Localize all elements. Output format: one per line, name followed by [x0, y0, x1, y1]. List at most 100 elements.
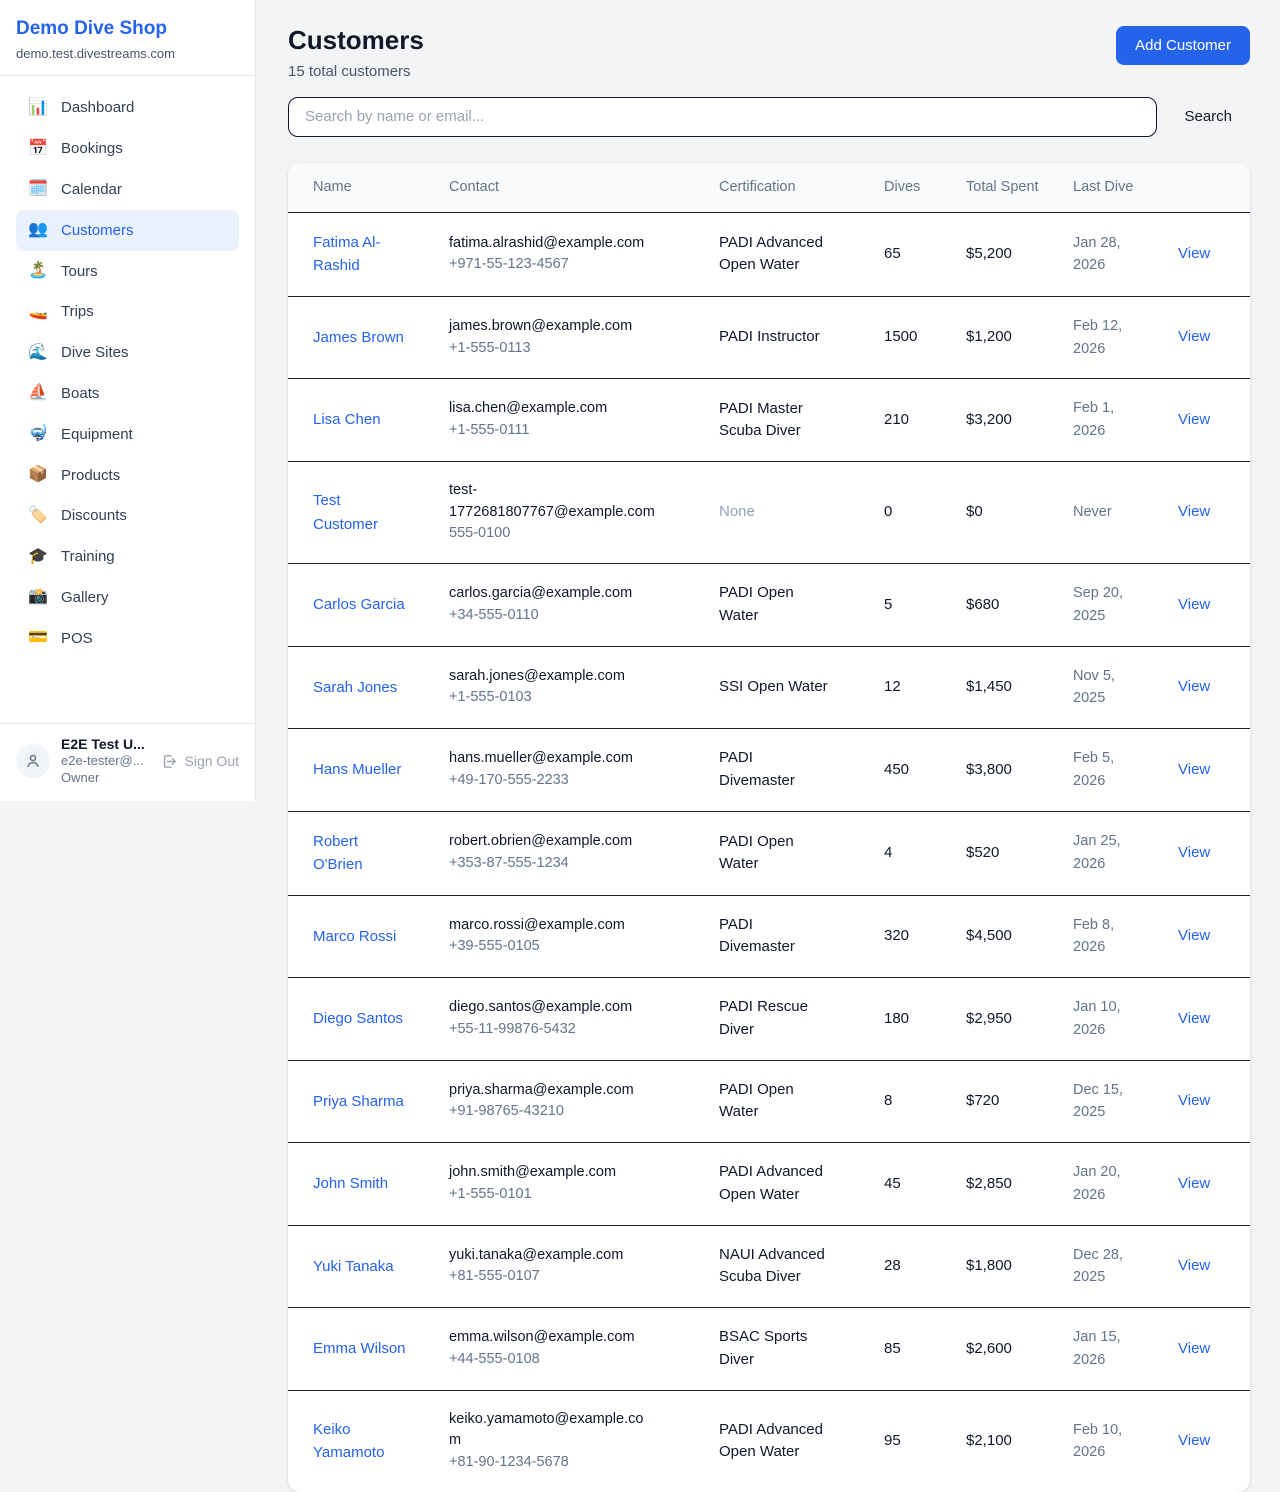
customer-dives: 4 [884, 844, 892, 861]
customer-name-link[interactable]: Carlos Garcia [313, 596, 405, 613]
table-row: Test Customer test-1772681807767@example… [288, 461, 1250, 563]
sidebar-item-pos[interactable]: 💳 POS [16, 618, 239, 659]
customer-total-spent: $1,200 [966, 328, 1012, 345]
sidebar-item-discounts[interactable]: 🏷️ Discounts [16, 496, 239, 537]
view-customer-link[interactable]: View [1178, 411, 1210, 428]
sidebar-item-label: Dashboard [61, 98, 134, 118]
customer-last-dive: Jan 20, 2026 [1073, 1164, 1121, 1203]
sidebar-item-label: Calendar [61, 180, 122, 200]
customer-name-link[interactable]: John Smith [313, 1175, 388, 1192]
table-body: Fatima Al-Rashid fatima.alrashid@example… [288, 212, 1250, 1492]
sign-out-button[interactable]: Sign Out [161, 753, 239, 770]
customer-certification: PADI Rescue Diver [719, 998, 808, 1038]
col-header-contact: Contact [433, 163, 703, 213]
customer-email: hans.mueller@example.com [449, 748, 655, 770]
customer-total-spent: $720 [966, 1092, 999, 1109]
credit-card-icon: 💳 [28, 628, 48, 649]
table-row: Diego Santos diego.santos@example.com +5… [288, 978, 1250, 1061]
customer-name-link[interactable]: Yuki Tanaka [313, 1258, 394, 1275]
customer-total-spent: $1,450 [966, 678, 1012, 695]
table-row: Marco Rossi marco.rossi@example.com +39-… [288, 895, 1250, 978]
customer-last-dive: Jan 10, 2026 [1073, 999, 1121, 1038]
view-customer-link[interactable]: View [1178, 678, 1210, 695]
sidebar-item-label: Boats [61, 384, 99, 404]
view-customer-link[interactable]: View [1178, 1092, 1210, 1109]
customer-email: priya.sharma@example.com [449, 1080, 655, 1102]
customer-last-dive: Nov 5, 2025 [1073, 668, 1115, 707]
customer-last-dive: Jan 15, 2026 [1073, 1329, 1121, 1368]
sidebar-item-gallery[interactable]: 📸 Gallery [16, 577, 239, 618]
customer-phone: +971-55-123-4567 [449, 254, 655, 276]
add-customer-button[interactable]: Add Customer [1116, 26, 1250, 65]
customer-name-link[interactable]: Hans Mueller [313, 761, 401, 778]
customer-name-link[interactable]: Test Customer [313, 492, 378, 533]
view-customer-link[interactable]: View [1178, 1340, 1210, 1357]
customer-name-link[interactable]: Fatima Al-Rashid [313, 234, 381, 275]
search-input[interactable] [288, 97, 1157, 137]
view-customer-link[interactable]: View [1178, 1432, 1210, 1449]
table-row: Lisa Chen lisa.chen@example.com +1-555-0… [288, 379, 1250, 462]
view-customer-link[interactable]: View [1178, 328, 1210, 345]
sidebar-item-dive-sites[interactable]: 🌊 Dive Sites [16, 333, 239, 374]
sidebar-item-trips[interactable]: 🚤 Trips [16, 292, 239, 333]
customer-email: diego.santos@example.com [449, 997, 655, 1019]
view-customer-link[interactable]: View [1178, 1010, 1210, 1027]
customer-name-link[interactable]: Emma Wilson [313, 1340, 406, 1357]
customer-phone: +49-170-555-2233 [449, 770, 655, 792]
sidebar-item-training[interactable]: 🎓 Training [16, 537, 239, 578]
customer-phone: +44-555-0108 [449, 1349, 655, 1371]
view-customer-link[interactable]: View [1178, 503, 1210, 520]
customer-certification: PADI Advanced Open Water [719, 234, 823, 274]
customer-total-spent: $1,800 [966, 1257, 1012, 1274]
customer-name-link[interactable]: James Brown [313, 329, 404, 346]
customer-name-link[interactable]: Robert O'Brien [313, 833, 363, 874]
customer-total-spent: $3,800 [966, 761, 1012, 778]
customer-phone: +91-98765-43210 [449, 1101, 655, 1123]
customer-name-link[interactable]: Priya Sharma [313, 1093, 404, 1110]
sidebar-item-dashboard[interactable]: 📊 Dashboard [16, 88, 239, 129]
customer-email: yuki.tanaka@example.com [449, 1245, 655, 1267]
sidebar-item-customers[interactable]: 👥 Customers [16, 210, 239, 251]
sidebar-item-calendar[interactable]: 🗓️ Calendar [16, 169, 239, 210]
view-customer-link[interactable]: View [1178, 596, 1210, 613]
customer-certification: NAUI Advanced Scuba Diver [719, 1246, 825, 1286]
customer-phone: 555-0100 [449, 523, 655, 545]
search-button[interactable]: Search [1184, 100, 1232, 133]
avatar [16, 744, 50, 778]
sidebar-item-tours[interactable]: 🏝️ Tours [16, 251, 239, 292]
view-customer-link[interactable]: View [1178, 761, 1210, 778]
table-row: Priya Sharma priya.sharma@example.com +9… [288, 1060, 1250, 1143]
view-customer-link[interactable]: View [1178, 245, 1210, 262]
view-customer-link[interactable]: View [1178, 1257, 1210, 1274]
customer-name-link[interactable]: Lisa Chen [313, 411, 381, 428]
customer-certification: PADI Master Scuba Diver [719, 400, 803, 440]
col-header-dives: Dives [868, 163, 950, 213]
customer-last-dive: Jan 28, 2026 [1073, 235, 1121, 274]
customer-dives: 85 [884, 1340, 901, 1357]
camera-icon: 📸 [28, 587, 48, 608]
customer-name-link[interactable]: Sarah Jones [313, 679, 397, 696]
logout-icon [161, 753, 178, 770]
sidebar-item-products[interactable]: 📦 Products [16, 455, 239, 496]
wave-icon: 🌊 [28, 343, 48, 364]
customer-total-spent: $680 [966, 596, 999, 613]
customer-email: marco.rossi@example.com [449, 915, 655, 937]
customer-name-link[interactable]: Keiko Yamamoto [313, 1421, 384, 1462]
sidebar-item-bookings[interactable]: 📅 Bookings [16, 129, 239, 170]
sidebar-item-boats[interactable]: ⛵ Boats [16, 373, 239, 414]
customer-name-link[interactable]: Diego Santos [313, 1010, 403, 1027]
view-customer-link[interactable]: View [1178, 927, 1210, 944]
customer-total-spent: $2,950 [966, 1010, 1012, 1027]
customer-certification: PADI Divemaster [719, 749, 795, 789]
sidebar-item-equipment[interactable]: 🤿 Equipment [16, 414, 239, 455]
view-customer-link[interactable]: View [1178, 844, 1210, 861]
shop-domain: demo.test.divestreams.com [16, 46, 239, 61]
customer-last-dive: Feb 8, 2026 [1073, 917, 1114, 956]
user-name: E2E Test U... [61, 736, 150, 752]
page-title: Customers [288, 26, 424, 56]
col-header-total-spent: Total Spent [950, 163, 1057, 213]
sidebar-item-label: Training [61, 547, 115, 567]
customer-phone: +1-555-0111 [449, 420, 655, 442]
view-customer-link[interactable]: View [1178, 1175, 1210, 1192]
customer-name-link[interactable]: Marco Rossi [313, 928, 396, 945]
